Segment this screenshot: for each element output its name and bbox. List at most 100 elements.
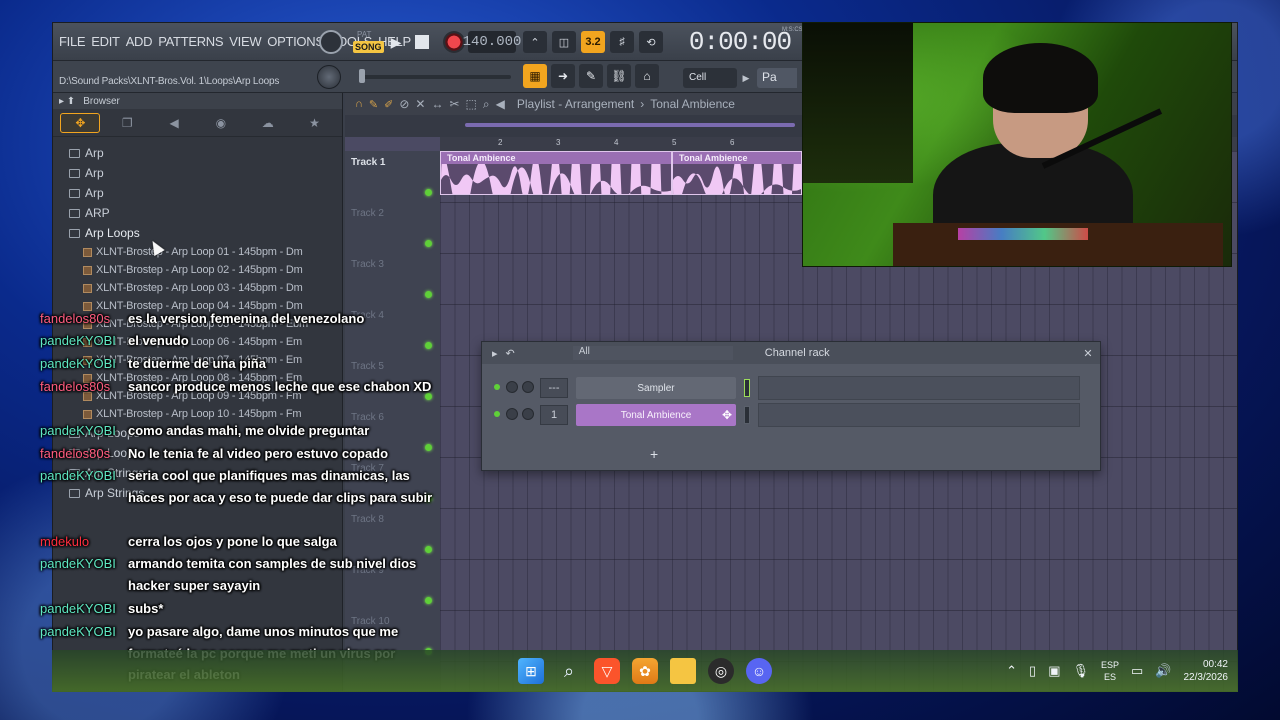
channel-led[interactable]	[494, 411, 500, 417]
menu-patterns[interactable]: PATTERNS	[158, 34, 223, 49]
slider-handle[interactable]	[359, 69, 365, 83]
slice-icon[interactable]: ✂	[449, 97, 459, 111]
volume-icon[interactable]: 🔊	[1155, 663, 1171, 679]
track-label[interactable]: Track 2	[351, 208, 384, 219]
close-icon[interactable]: ✕	[1082, 347, 1094, 360]
timeline-scroll[interactable]	[465, 123, 795, 127]
stop-button[interactable]	[415, 35, 429, 49]
loop-record-icon[interactable]: ⟲	[639, 31, 663, 53]
folder-item[interactable]: Arp	[53, 163, 342, 183]
audio-clip[interactable]: Tonal Ambience	[672, 151, 802, 195]
track-mute-led[interactable]	[425, 240, 432, 247]
folder-item[interactable]: ARP	[53, 203, 342, 223]
pencil-icon[interactable]: ✎	[369, 98, 378, 111]
menu-add[interactable]: ADD	[126, 34, 153, 49]
chevron-up-icon[interactable]: ⌃	[1006, 663, 1017, 679]
track-mute-led[interactable]	[425, 291, 432, 298]
all-tab-icon[interactable]: ✥	[60, 112, 101, 133]
windows-start-icon[interactable]: ⊞	[518, 658, 544, 684]
arrow-right-icon[interactable]: ▸	[492, 347, 498, 360]
master-knob-icon[interactable]	[319, 30, 343, 54]
microphone-icon[interactable]: 🎙	[1072, 663, 1089, 679]
step-sequencer[interactable]	[758, 403, 1080, 427]
playback-icon[interactable]: ◀	[496, 97, 505, 111]
mixer-track-number[interactable]: 1	[540, 405, 568, 425]
master-volume-knob[interactable]	[317, 65, 341, 89]
volume-knob[interactable]	[522, 408, 534, 420]
play-button[interactable]: ▶	[386, 31, 406, 53]
language-indicator[interactable]: ESP ES	[1101, 659, 1119, 683]
delete-icon[interactable]: ⊘	[399, 97, 409, 111]
track-label[interactable]: Track 3	[351, 259, 384, 270]
cell-selector[interactable]: Cell	[683, 68, 737, 88]
favorites-tab-icon[interactable]: ★	[295, 113, 335, 133]
folder-icon	[69, 208, 80, 218]
folder-item[interactable]: Arp	[53, 183, 342, 203]
menu-file[interactable]: FILE	[59, 34, 86, 49]
pat-song-toggle[interactable]: PAT SONG	[353, 30, 384, 54]
app-tray-icon[interactable]: ▣	[1048, 663, 1060, 679]
arrow-up-icon[interactable]: ▸ ⬆	[59, 96, 75, 107]
select-icon[interactable]: ⬚	[466, 97, 477, 111]
step-sequencer[interactable]	[758, 376, 1080, 400]
files-tab-icon[interactable]: ❐	[107, 113, 147, 133]
usb-icon[interactable]: ▯	[1029, 663, 1036, 679]
cloud-tab-icon[interactable]: ☁	[248, 113, 288, 133]
pan-knob[interactable]	[506, 408, 518, 420]
chevron-right-icon[interactable]: ▶	[739, 68, 753, 88]
tempo-display[interactable]: 140.000	[463, 31, 521, 53]
metronome-icon[interactable]: ⌃	[523, 31, 547, 53]
undo-icon[interactable]: ↶	[506, 347, 515, 360]
link-icon[interactable]: ⛓	[607, 64, 631, 88]
clock[interactable]: 00:42 22/3/2026	[1184, 658, 1229, 684]
discord-icon[interactable]: ☺	[746, 658, 772, 684]
track-mute-led[interactable]	[425, 189, 432, 196]
piano-roll-icon[interactable]: ▦	[523, 64, 547, 88]
plugins-tab-icon[interactable]: ◉	[201, 113, 241, 133]
menu-view[interactable]: VIEW	[229, 34, 261, 49]
file-item[interactable]: XLNT-Brostep - Arp Loop 01 - 145bpm - Dm	[53, 243, 342, 261]
snap-value[interactable]: 3.2	[581, 31, 605, 53]
file-item[interactable]: XLNT-Brostep - Arp Loop 03 - 145bpm - Dm	[53, 279, 342, 297]
chat-username: pandeKYOBI	[40, 601, 116, 616]
audio-tab-icon[interactable]: ◀	[154, 113, 194, 133]
folder-item[interactable]: Arp	[53, 143, 342, 163]
file-explorer-icon[interactable]	[670, 658, 696, 684]
track-label[interactable]: Track 8	[351, 514, 384, 525]
waveform	[673, 164, 801, 194]
channel-led[interactable]	[494, 384, 500, 390]
folder-item-open[interactable]: Arp Loops	[53, 223, 342, 243]
fl-studio-icon[interactable]: ✿	[632, 658, 658, 684]
volume-knob[interactable]	[522, 381, 534, 393]
track-label[interactable]: Track 1	[351, 157, 385, 168]
master-pitch-slider[interactable]	[361, 75, 511, 79]
mixer-icon[interactable]: ⌂	[635, 64, 659, 88]
magnet-icon[interactable]: ∩	[355, 98, 363, 110]
zoom-icon[interactable]: ⌕	[483, 97, 490, 112]
menu-edit[interactable]: EDIT	[91, 34, 120, 49]
waveform	[441, 164, 671, 194]
mute-icon[interactable]: ✕	[415, 97, 425, 111]
search-icon[interactable]: ⌕	[556, 658, 582, 684]
clock-date: 22/3/2026	[1183, 672, 1229, 683]
add-channel-button[interactable]: +	[650, 446, 658, 462]
channel-name-button[interactable]: Tonal Ambience ✥	[576, 404, 736, 426]
obs-icon[interactable]: ◎	[708, 658, 734, 684]
waveform-graphic	[673, 164, 801, 194]
menu-options[interactable]: OPTIONS	[267, 34, 324, 49]
wait-icon[interactable]: ◫	[552, 31, 576, 53]
brave-browser-icon[interactable]: ▽	[594, 658, 620, 684]
slip-icon[interactable]: ↔	[431, 97, 443, 111]
blend-icon[interactable]: ♯	[610, 31, 634, 53]
pattern-tab[interactable]: Pa	[757, 68, 797, 88]
pan-knob[interactable]	[506, 381, 518, 393]
mixer-track-number[interactable]: ---	[540, 378, 568, 398]
channel-name-button[interactable]: Sampler	[576, 377, 736, 399]
monitor-icon[interactable]: ▭	[1131, 663, 1143, 679]
audio-clip[interactable]: Tonal Ambience	[440, 151, 672, 195]
arrow-right-icon[interactable]: ➜	[551, 64, 575, 88]
file-item[interactable]: XLNT-Brostep - Arp Loop 02 - 145bpm - Dm	[53, 261, 342, 279]
paint-icon[interactable]: ✐	[384, 98, 393, 111]
channel-filter[interactable]: All	[572, 346, 733, 360]
brush-icon[interactable]: ✎	[579, 64, 603, 88]
